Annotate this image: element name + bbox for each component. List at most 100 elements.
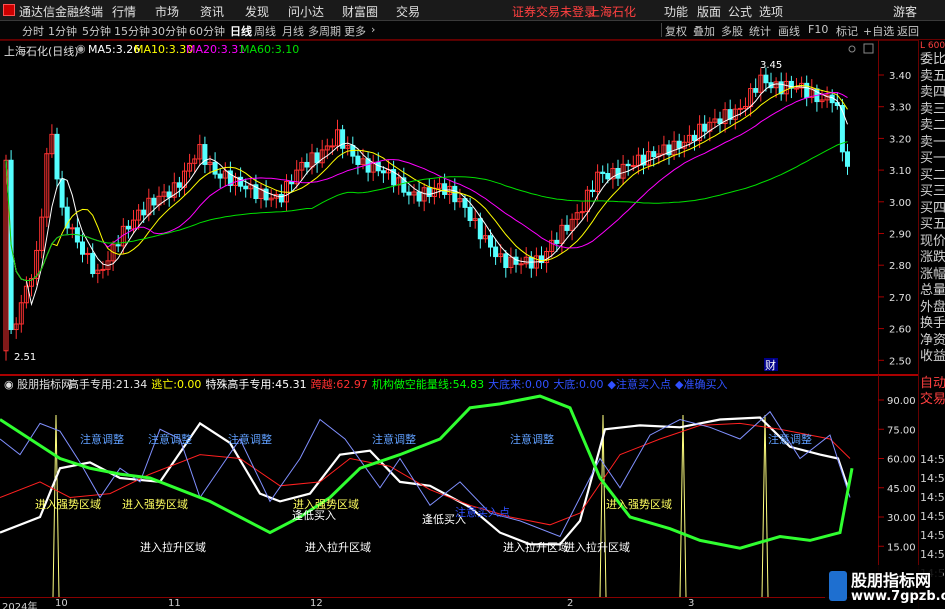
mark-button[interactable]: 标记 [836,23,858,39]
sidebar-item[interactable]: 买二 [920,168,945,183]
indicator-chart[interactable]: 90.0075.0060.0045.0030.0015.00 注意调整 注意调整注… [0,375,945,597]
x-label-year: 2024年 [2,602,38,609]
app-title: 通达信金融终端 [19,5,104,19]
sidebar-time-tick: 14:56 [920,529,945,542]
menu-news[interactable]: 资讯 [200,3,224,20]
kline-y-tick: 2.70 [889,293,911,304]
sidebar-item[interactable]: 涨跌 [920,250,945,265]
menu-fortune[interactable]: 财富圈 [342,3,378,20]
candle-body [702,123,708,132]
multi-stock-button[interactable]: 多股 [721,23,743,39]
sidebar-item[interactable]: 交易 [920,392,945,407]
menu-market[interactable]: 市场 [155,3,179,20]
candle-body [518,263,524,266]
menu-bar: 通达信金融终端 行情 市场 资讯 发现 问小达 财富圈 交易 证券交易未登录 上… [0,0,945,21]
period-tab-5min[interactable]: 5分钟 [82,23,111,39]
cai-label[interactable]: 财 [765,358,776,372]
candle-body [426,187,432,197]
indicator-annotation: 注意买入点 [455,505,510,519]
kline-y-tick: 3.20 [889,134,911,145]
indicator-y-axis: 90.00 75.00 60.00 45.00 30.00 15.00 [887,396,916,553]
ma-line [5,141,848,282]
x-label-oct: 10 [55,598,68,609]
add-watchlist-button[interactable]: +自选 [863,23,894,39]
back-button[interactable]: 返回 [897,23,919,39]
high-price-label: 3.45 [760,60,782,71]
sidebar-item[interactable]: 现价 [920,234,945,249]
diamond-icon[interactable] [848,45,856,53]
kline-y-tick: 3.30 [889,103,911,114]
window-icon[interactable] [863,43,874,54]
sidebar-item[interactable]: 自动 [920,376,945,391]
kline-chart[interactable]: 3.40 3.30 3.20 3.10 3.00 2.90 2.80 2.70 2.60 2.50… [0,40,945,375]
draw-line-button[interactable]: 画线 [778,23,800,39]
sidebar-item[interactable]: 卖四 [920,85,945,100]
period-tab-timeshare[interactable]: 分时 [22,23,44,39]
candle-body [314,152,320,164]
sidebar-item[interactable]: 买三 [920,184,945,199]
period-tab-daily[interactable]: 日线 [230,23,252,39]
period-tab-monthly[interactable]: 月线 [282,23,304,39]
period-tab-1min[interactable]: 1分钟 [48,23,77,39]
sidebar-item[interactable]: 外盘 [920,300,945,315]
kline-y-tick: 3.10 [889,166,911,177]
overlay-button[interactable]: 叠加 [693,23,715,39]
menu-trade[interactable]: 交易 [396,3,420,20]
more-chevron-icon[interactable]: › [371,23,375,36]
sidebar-item[interactable]: 买一 [920,151,945,166]
x-label-mar: 3 [688,598,695,609]
period-tab-more[interactable]: 更多 [344,23,366,39]
sidebar-item[interactable]: 总量 [920,283,945,298]
sidebar-item[interactable]: 换手 [920,316,945,331]
guest-label[interactable]: 游客 [893,3,917,20]
period-tab-weekly[interactable]: 周线 [254,23,276,39]
period-tab-multi[interactable]: 多周期 [308,23,341,39]
indicator-params: 高手专用:21.34 逃亡:0.00 特殊高手专用:45.31 跨越:62.97 机构做… [68,376,731,391]
sidebar-item[interactable]: 卖一 [920,135,945,150]
indicator-param: ◆准确买入 [675,378,728,391]
sidebar-item[interactable]: 卖三 [920,102,945,117]
candle-body [763,74,769,84]
candle-body [493,246,499,258]
sidebar-item[interactable]: 委比 [920,52,945,67]
sidebar-item[interactable]: 涨幅 [920,267,945,282]
menu-formula[interactable]: 公式 [728,3,752,20]
period-tab-15min[interactable]: 15分钟 [114,23,150,39]
indicator-spike [679,414,687,597]
menu-options[interactable]: 选项 [759,3,783,20]
kline-ma-lines [5,83,848,307]
watermark: 股朋指标网 www.7gpzb.com [825,565,945,609]
period-tab-60min[interactable]: 60分钟 [189,23,225,39]
period-tab-30min[interactable]: 30分钟 [151,23,187,39]
ma20-readout: MA20:3.31 [186,43,246,56]
menu-function[interactable]: 功能 [664,3,688,20]
candle-body [406,191,412,196]
sidebar-item[interactable]: 买四 [920,201,945,216]
candle-body [212,161,218,175]
menu-ask[interactable]: 问小达 [288,3,324,20]
time-axis: 2024年 10 11 12 2 3 [0,597,918,609]
indicator-annotation: 注意调整 [80,432,124,446]
sidebar-item[interactable]: 卖二 [920,118,945,133]
f10-button[interactable]: F10 [808,23,828,36]
sidebar-item[interactable]: 卖五 [920,69,945,84]
kline-dropdown-icon[interactable]: ◉ [76,42,86,55]
candle-body [304,161,310,168]
candle-body [452,185,458,203]
candle-body [467,206,473,222]
restore-rights-button[interactable]: 复权 [665,23,687,39]
menu-quotes[interactable]: 行情 [112,3,136,20]
menu-layout[interactable]: 版面 [697,3,721,20]
indicator-annotation: 注意调整 [228,432,272,446]
indicator-annotation: 注意调整 [148,432,192,446]
indicator-y-tick: 75.00 [887,425,916,436]
menu-discover[interactable]: 发现 [245,3,269,20]
sidebar-item[interactable]: 买五 [920,217,945,232]
indicator-annotation: 进入拉升区域 [503,540,569,554]
candle-body [794,87,799,90]
login-notice[interactable]: 证券交易未登录 [512,3,596,20]
sidebar-item[interactable]: 净资 [920,333,945,348]
indicator-title: ◉ 股朋指标网 [4,378,73,391]
sidebar-item[interactable]: 收益 [920,349,945,364]
statistics-button[interactable]: 统计 [749,23,771,39]
